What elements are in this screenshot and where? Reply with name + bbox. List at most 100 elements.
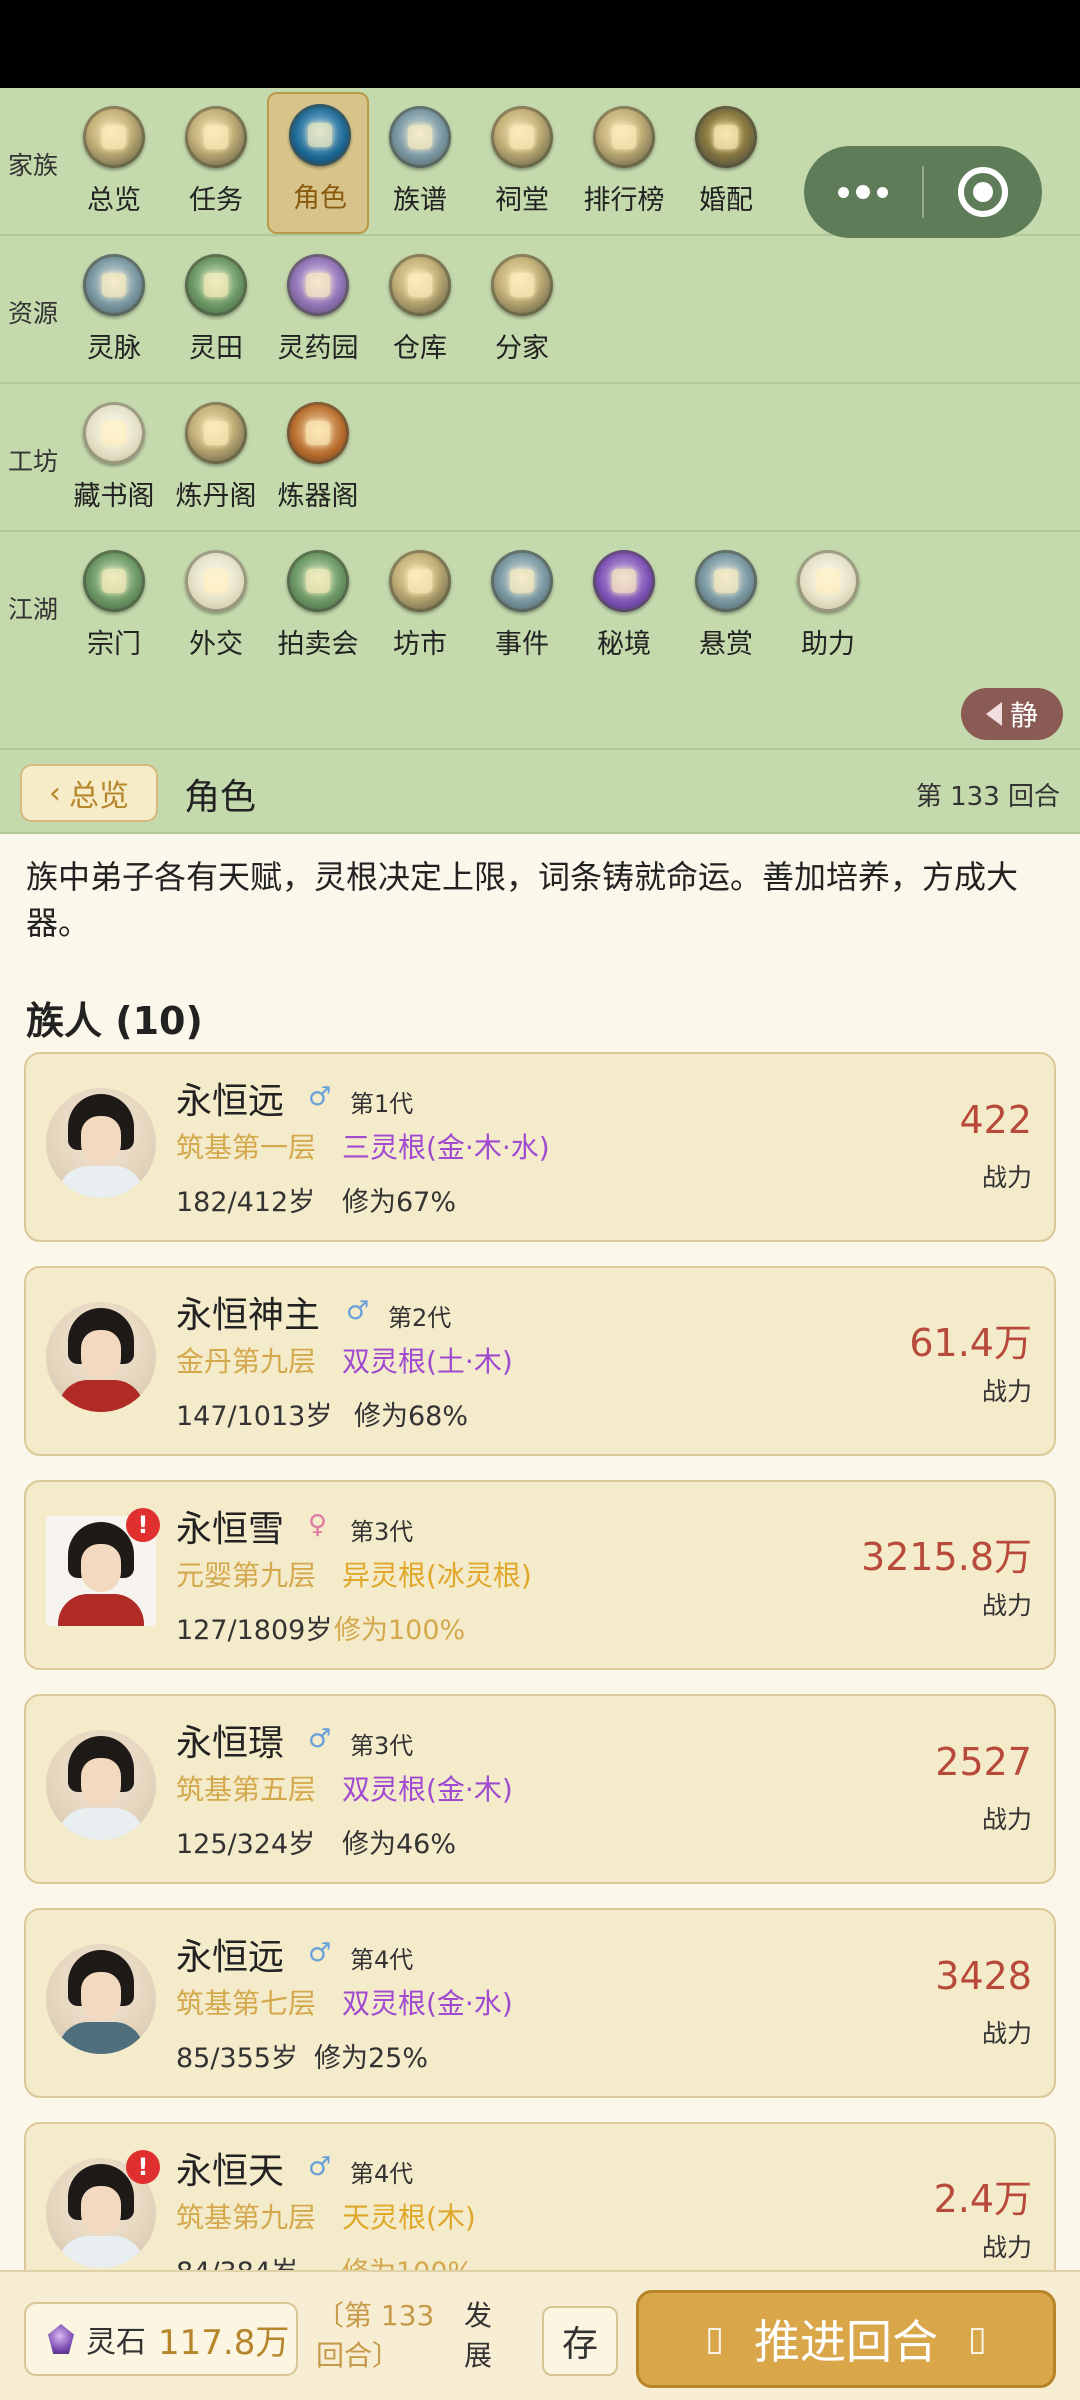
nav-item-label: 族谱	[393, 185, 447, 216]
nav-item-forge[interactable]: 炼器阁	[267, 392, 369, 532]
combat-power: 2527	[935, 1740, 1032, 1784]
forge-icon	[287, 402, 349, 464]
nav-item-characters[interactable]: 角色	[267, 92, 369, 234]
male-icon: ♂	[308, 1938, 332, 1968]
nav-row-workshop: 工坊 藏书阁 炼丹阁 炼器阁	[0, 384, 1080, 532]
nav-item-label: 婚配	[699, 185, 753, 216]
nav-item-warehouse[interactable]: 仓库	[369, 244, 471, 384]
round-counter: 第 133 回合	[915, 782, 1060, 812]
shrine-icon	[491, 106, 553, 168]
overview-icon	[83, 106, 145, 168]
nav-item-label: 炼丹阁	[175, 481, 257, 512]
nav-item-label: 助力	[801, 629, 855, 660]
nav-item-label: 灵田	[189, 333, 243, 364]
cultivation-progress: 修为25%	[314, 2043, 429, 2074]
spirit-stone-label: 灵石	[86, 2325, 146, 2360]
combat-power-label: 战力	[981, 1805, 1032, 1834]
generation: 第3代	[350, 1518, 414, 1546]
assist-icon	[797, 550, 859, 612]
speaker-mute-icon	[985, 702, 1002, 726]
ranking-icon	[593, 106, 655, 168]
avatar	[46, 1088, 156, 1198]
market-icon	[389, 550, 451, 612]
nav-item-events[interactable]: 事件	[471, 540, 573, 680]
nav-item-herb-garden[interactable]: 灵药园	[267, 244, 369, 384]
intro-text: 族中弟子各有天赋，灵根决定上限，词条铸就命运。善加培养，方成大器。	[26, 858, 1019, 942]
nav-item-auction[interactable]: 拍卖会	[267, 540, 369, 680]
target-close-icon[interactable]	[924, 146, 1042, 238]
nav-item-label: 坊市	[393, 629, 447, 660]
nav-item-branch[interactable]: 分家	[471, 244, 573, 384]
nav-item-bounty[interactable]: 悬赏	[675, 540, 777, 680]
nav-item-alchemy[interactable]: 炼丹阁	[165, 392, 267, 532]
advance-label: 推进回合	[754, 2315, 938, 2369]
develop-button[interactable]: 发展	[464, 2296, 504, 2376]
member-card[interactable]: ! 永恒天 ♂ 第4代 筑基第九层 天灵根(木) 84/384岁 修为100% …	[24, 2122, 1056, 2270]
nav-item-sect[interactable]: 宗门	[63, 540, 165, 680]
member-card[interactable]: 永恒远 ♂ 第1代 筑基第一层 三灵根(金·木·水) 182/412岁 修为67…	[24, 1052, 1056, 1242]
nav-item-tasks[interactable]: 任务	[165, 96, 267, 236]
age: 127/1809岁	[176, 1615, 333, 1646]
row-label: 江湖	[8, 595, 59, 624]
nav-item-spirit-field[interactable]: 灵田	[165, 244, 267, 384]
content-area: 族中弟子各有天赋，灵根决定上限，词条铸就命运。善加培养，方成大器。 族人 (10…	[0, 834, 1080, 2270]
advance-round-button[interactable]: ▯ 推进回合 ▯	[636, 2290, 1056, 2388]
realm: 筑基第九层	[176, 2201, 317, 2234]
alert-badge: !	[126, 2150, 160, 2184]
nav-item-genealogy[interactable]: 族谱	[369, 96, 471, 236]
nav-item-spirit-vein[interactable]: 灵脉	[63, 244, 165, 384]
male-icon: ♂	[308, 1724, 332, 1754]
combat-power-label: 战力	[981, 2019, 1032, 2048]
auction-icon	[287, 550, 349, 612]
nav-item-assist[interactable]: 助力	[777, 540, 879, 680]
nav-item-shrine[interactable]: 祠堂	[471, 96, 573, 236]
save-button[interactable]: 存	[542, 2306, 618, 2376]
nav-item-overview[interactable]: 总览	[63, 96, 165, 236]
member-card[interactable]: 永恒璟 ♂ 第3代 筑基第五层 双灵根(金·木) 125/324岁 修为46% …	[24, 1694, 1056, 1884]
row-label: 家族	[8, 151, 59, 180]
bottom-bar: 灵石 117.8万 〔第 133 回合〕 发展 存 ▯ 推进回合 ▯	[0, 2270, 1080, 2400]
tasks-icon	[185, 106, 247, 168]
library-icon	[83, 402, 145, 464]
generation: 第2代	[388, 1304, 452, 1332]
nav-item-label: 灵脉	[87, 333, 141, 364]
nav-item-label: 祠堂	[495, 185, 549, 216]
nav-item-marriage[interactable]: 婚配	[675, 96, 777, 236]
nav-item-label: 角色	[293, 183, 347, 214]
nav-item-label: 外交	[189, 629, 243, 660]
realm: 筑基第五层	[176, 1773, 317, 1806]
nav-item-diplomacy[interactable]: 外交	[165, 540, 267, 680]
member-card[interactable]: ! 永恒雪 ♀ 第3代 元婴第九层 异灵根(冰灵根) 127/1809岁 修为1…	[24, 1480, 1056, 1670]
warehouse-icon	[389, 254, 451, 316]
nav-item-secret-realm[interactable]: 秘境	[573, 540, 675, 680]
combat-power: 3215.8万	[861, 1535, 1032, 1579]
nav-item-label: 灵药园	[277, 333, 359, 364]
nav-item-ranking[interactable]: 排行榜	[573, 96, 675, 236]
chevron-left-icon: ‹	[49, 775, 61, 811]
member-card[interactable]: 永恒远 ♂ 第4代 筑基第七层 双灵根(金·水) 85/355岁 修为25% 3…	[24, 1908, 1056, 2098]
member-name: 永恒远	[176, 1081, 285, 1122]
spirit-root: 双灵根(金·木)	[342, 1773, 513, 1806]
spirit-stone-value: 117.8万	[158, 2322, 290, 2363]
cultivation-progress: 修为67%	[342, 1187, 457, 1218]
back-button[interactable]: ‹ 总览	[20, 764, 158, 822]
male-icon: ♂	[346, 1296, 370, 1326]
alchemy-icon	[185, 402, 247, 464]
mute-button[interactable]: 静	[961, 688, 1063, 740]
realm: 金丹第九层	[176, 1345, 317, 1378]
spirit-stone-button[interactable]: 灵石 117.8万	[24, 2302, 298, 2376]
generation: 第4代	[350, 2160, 414, 2188]
tree-icon	[389, 106, 451, 168]
avatar	[46, 1944, 156, 2054]
age: 85/355岁	[176, 2043, 298, 2074]
female-icon: ♀	[308, 1510, 328, 1540]
nav-item-market[interactable]: 坊市	[369, 540, 471, 680]
nav-item-label: 藏书阁	[73, 481, 155, 512]
combat-power: 3428	[935, 1954, 1032, 1998]
spirit-vein-icon	[83, 254, 145, 316]
more-dots-icon[interactable]	[804, 146, 922, 238]
member-card[interactable]: 永恒神主 ♂ 第2代 金丹第九层 双灵根(土·木) 147/1013岁 修为68…	[24, 1266, 1056, 1456]
generation: 第4代	[350, 1946, 414, 1974]
spirit-stone-icon	[48, 2324, 74, 2354]
nav-item-library[interactable]: 藏书阁	[63, 392, 165, 532]
